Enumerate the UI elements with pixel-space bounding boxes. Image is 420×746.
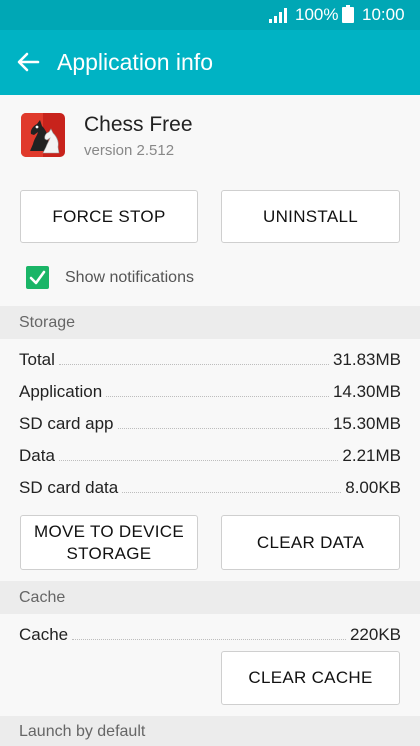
signal-icon: [269, 8, 287, 23]
uninstall-button[interactable]: UNINSTALL: [221, 190, 400, 243]
show-notifications-checkbox[interactable]: [26, 266, 49, 289]
app-name: Chess Free: [84, 113, 193, 136]
dotted-leader: [122, 492, 342, 493]
battery-percent: 100%: [295, 5, 339, 24]
row-label: Data: [19, 446, 55, 465]
launch-by-default-section-header: Launch by default: [0, 716, 420, 746]
clear-data-button[interactable]: CLEAR DATA: [221, 515, 400, 570]
row-label: Cache: [19, 625, 69, 644]
row-label: Total: [19, 350, 55, 369]
storage-row-sd-card-app: SD card app 15.30MB: [19, 410, 401, 434]
force-stop-button[interactable]: FORCE STOP: [20, 190, 198, 243]
dotted-leader: [72, 639, 346, 640]
dotted-leader: [106, 396, 329, 397]
row-value: 14.30MB: [332, 382, 401, 401]
status-bar: 100% 10:00: [0, 0, 420, 30]
row-label: SD card app: [19, 414, 114, 433]
app-bar: Application info: [0, 30, 420, 95]
row-label: Application: [19, 382, 103, 401]
dotted-leader: [58, 364, 329, 365]
storage-row-application: Application 14.30MB: [19, 378, 401, 402]
dotted-leader: [58, 460, 339, 461]
cache-row: Cache 220KB: [19, 621, 401, 645]
row-value: 31.83MB: [332, 350, 401, 369]
storage-section-header: Storage: [0, 306, 420, 339]
storage-row-sd-card-data: SD card data 8.00KB: [19, 474, 401, 498]
clock: 10:00: [362, 5, 405, 24]
storage-row-total: Total 31.83MB: [19, 346, 401, 370]
dotted-leader: [117, 428, 329, 429]
row-value: 8.00KB: [345, 478, 401, 497]
row-value: 2.21MB: [342, 446, 401, 465]
chess-knight-icon: [21, 113, 65, 157]
clear-cache-button[interactable]: CLEAR CACHE: [221, 651, 400, 705]
show-notifications-label: Show notifications: [65, 269, 194, 286]
checkmark-icon: [29, 270, 46, 285]
app-version: version 2.512: [84, 142, 175, 159]
row-value: 220KB: [349, 625, 401, 644]
storage-row-data: Data 2.21MB: [19, 442, 401, 466]
move-to-device-storage-button[interactable]: MOVE TO DEVICE STORAGE: [20, 515, 198, 570]
row-value: 15.30MB: [332, 414, 401, 433]
battery-icon: [342, 5, 354, 23]
page-title: Application info: [57, 49, 213, 75]
row-label: SD card data: [19, 478, 119, 497]
cache-section-header: Cache: [0, 581, 420, 614]
back-arrow-icon[interactable]: [14, 48, 42, 76]
